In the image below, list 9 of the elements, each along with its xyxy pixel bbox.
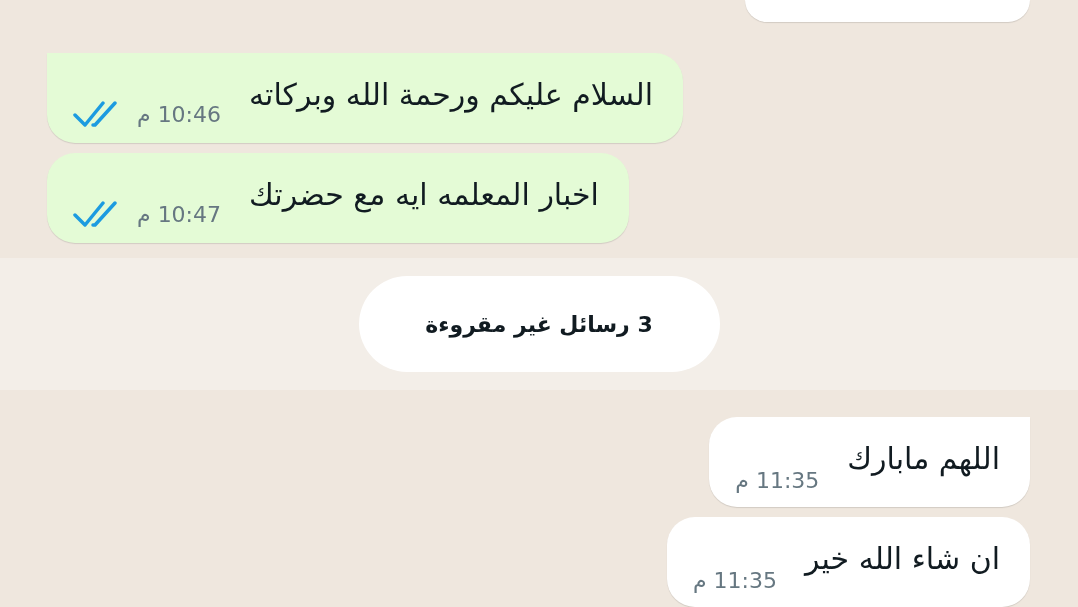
message-time: 11:35 م [692, 568, 777, 593]
message-time: 11:35 م [735, 468, 820, 493]
unread-messages-banner: 3 رسائل غير مقروءة [358, 276, 720, 372]
message-text: السلام عليكم ورحمة الله وبركاته [249, 76, 653, 112]
message-text: ان شاء الله خير [805, 540, 1000, 576]
message-text: اللهم مابارك [847, 440, 1000, 476]
message-time: 10:47 م [137, 201, 222, 227]
message-time: 10:46 م [137, 101, 222, 127]
message-text: اخبار المعلمه ايه مع حضرتك [249, 176, 599, 212]
